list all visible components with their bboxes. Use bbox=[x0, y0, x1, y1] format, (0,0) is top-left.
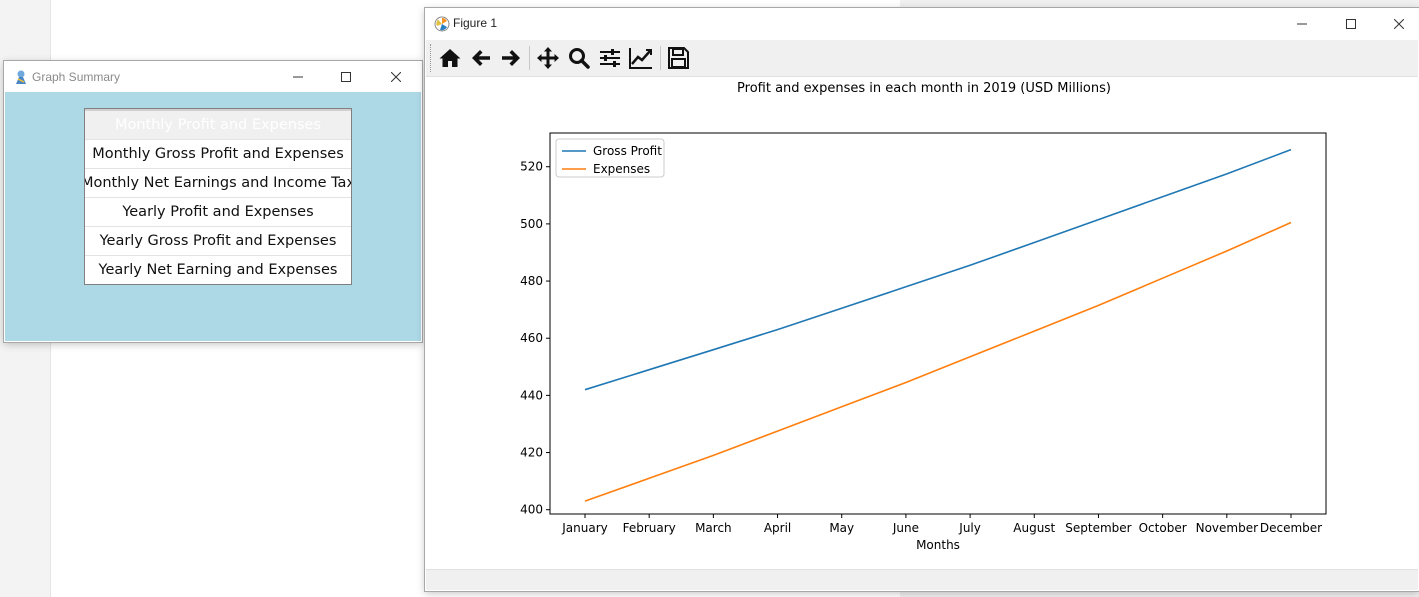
x-tick-label: April bbox=[764, 521, 791, 535]
graph-summary-body: Monthly Profit and Expenses Monthly Gros… bbox=[5, 92, 421, 341]
save-icon bbox=[668, 47, 689, 69]
matplotlib-icon bbox=[434, 16, 450, 32]
x-tick-label: October bbox=[1139, 521, 1187, 535]
maximize-icon bbox=[1346, 19, 1356, 29]
monthly-gross-profit-expenses-button[interactable]: Monthly Gross Profit and Expenses bbox=[85, 140, 351, 169]
legend: Gross Profit Expenses bbox=[555, 138, 665, 178]
figure-canvas[interactable]: Profit and expenses in each month in 201… bbox=[426, 77, 1418, 569]
close-icon bbox=[391, 72, 401, 82]
status-bar bbox=[426, 569, 1418, 590]
x-tick-label: September bbox=[1065, 521, 1131, 535]
y-tick-label: 460 bbox=[520, 331, 543, 345]
legend-label: Expenses bbox=[593, 162, 650, 176]
y-tick-label: 480 bbox=[520, 274, 543, 288]
zoom-icon bbox=[569, 48, 590, 69]
zoom-button[interactable] bbox=[565, 44, 593, 72]
save-button[interactable] bbox=[664, 44, 692, 72]
close-button[interactable] bbox=[373, 61, 419, 93]
minimize-icon bbox=[1297, 23, 1307, 25]
pan-button[interactable] bbox=[534, 44, 562, 72]
toolbar-grip[interactable] bbox=[430, 44, 433, 72]
home-icon bbox=[439, 49, 461, 67]
forward-button[interactable] bbox=[497, 44, 525, 72]
edit-axes-icon bbox=[629, 48, 652, 69]
back-icon bbox=[472, 50, 490, 66]
graph-button-list: Monthly Profit and Expenses Monthly Gros… bbox=[84, 108, 352, 285]
back-button[interactable] bbox=[467, 44, 495, 72]
minimize-icon bbox=[293, 76, 303, 78]
y-tick-label: 500 bbox=[520, 217, 543, 231]
x-tick-label: February bbox=[623, 521, 676, 535]
edit-axes-button[interactable] bbox=[627, 44, 655, 72]
y-tick-label: 520 bbox=[520, 160, 543, 174]
x-tick-label: May bbox=[829, 521, 854, 535]
x-tick-label: June bbox=[892, 521, 919, 535]
figure-titlebar[interactable]: Figure 1 bbox=[425, 8, 1419, 40]
graph-summary-window: Graph Summary Monthly Profit and Expense… bbox=[4, 61, 422, 342]
x-tick-label: December bbox=[1260, 521, 1322, 535]
y-tick-label: 440 bbox=[520, 388, 543, 402]
home-button[interactable] bbox=[436, 44, 464, 72]
x-tick-label: November bbox=[1196, 521, 1258, 535]
y-tick-label: 400 bbox=[520, 503, 543, 517]
yearly-net-earning-expenses-button[interactable]: Yearly Net Earning and Expenses bbox=[85, 256, 351, 284]
minimize-button[interactable] bbox=[1279, 8, 1325, 40]
plot-frame bbox=[549, 132, 1327, 515]
y-tick-label: 420 bbox=[520, 446, 543, 460]
y-axis: 400 420 440 460 480 500 520 bbox=[520, 160, 550, 517]
configure-subplots-icon bbox=[600, 49, 620, 67]
x-tick-label: March bbox=[695, 521, 732, 535]
x-tick-label: July bbox=[958, 521, 981, 535]
yearly-profit-expenses-button[interactable]: Yearly Profit and Expenses bbox=[85, 198, 351, 227]
x-axis-label: Months bbox=[916, 538, 960, 552]
toolbar-separator bbox=[529, 46, 530, 70]
x-axis: January February March April May June July Augu… bbox=[561, 514, 1322, 535]
window-title: Graph Summary bbox=[32, 70, 121, 84]
x-tick-label: August bbox=[1013, 521, 1055, 535]
yearly-gross-profit-expenses-button[interactable]: Yearly Gross Profit and Expenses bbox=[85, 227, 351, 256]
close-icon bbox=[1394, 19, 1404, 29]
monthly-profit-expenses-button[interactable]: Monthly Profit and Expenses bbox=[85, 109, 351, 140]
maximize-button[interactable] bbox=[1328, 8, 1374, 40]
configure-subplots-button[interactable] bbox=[596, 44, 624, 72]
monthly-net-earnings-income-tax-button[interactable]: Monthly Net Earnings and Income Tax bbox=[85, 169, 351, 198]
minimize-button[interactable] bbox=[275, 61, 321, 93]
app-feather-icon bbox=[16, 70, 26, 84]
close-button[interactable] bbox=[1376, 8, 1419, 40]
chart-title: Profit and expenses in each month in 201… bbox=[737, 81, 1111, 96]
maximize-button[interactable] bbox=[323, 61, 369, 93]
legend-label: Gross Profit bbox=[593, 144, 662, 158]
graph-summary-titlebar[interactable]: Graph Summary bbox=[4, 61, 422, 92]
forward-icon bbox=[502, 50, 520, 66]
window-title: Figure 1 bbox=[453, 16, 498, 30]
figure-window: Figure 1 Profit and expenses in each mon… bbox=[425, 8, 1419, 591]
navigation-toolbar bbox=[426, 40, 1418, 77]
x-tick-label: January bbox=[561, 521, 608, 535]
line-chart: Profit and expenses in each month in 201… bbox=[520, 81, 1327, 552]
toolbar-separator bbox=[660, 46, 661, 70]
pan-icon bbox=[537, 47, 559, 69]
maximize-icon bbox=[341, 72, 351, 82]
